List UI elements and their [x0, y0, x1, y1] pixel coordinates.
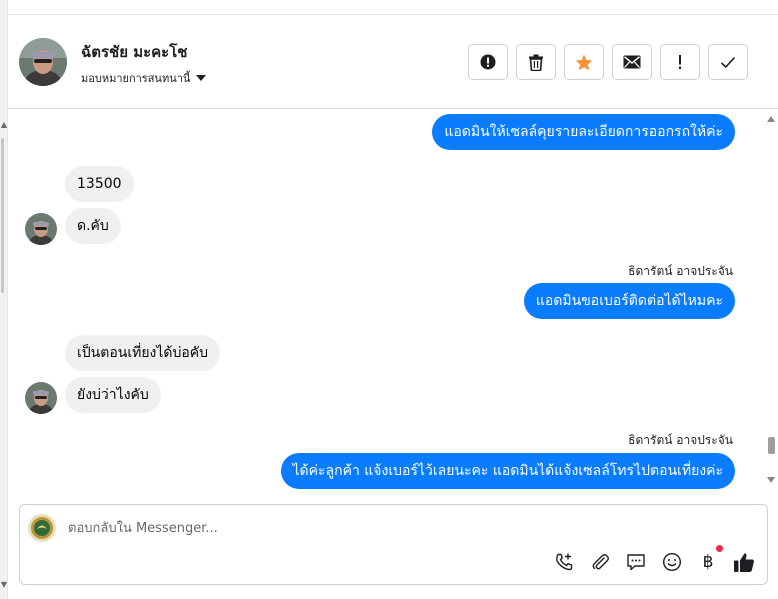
rail-scroll-thumb[interactable]: [1, 138, 4, 293]
message-incoming[interactable]: ด.คับ: [65, 208, 121, 244]
sender-avatar[interactable]: [25, 382, 57, 414]
message-incoming[interactable]: 13500: [65, 166, 134, 202]
conversation-toolbar: [468, 44, 748, 80]
notification-dot: [716, 545, 723, 552]
sender-name: ธิดารัตน์ อาจประจัน: [628, 264, 733, 278]
delete-button[interactable]: [516, 44, 556, 80]
scroll-thumb[interactable]: [768, 437, 775, 454]
rail-up-arrow-icon[interactable]: ▲: [0, 120, 8, 129]
chat-bubble-icon: [627, 554, 645, 571]
paperclip-icon: [592, 554, 609, 570]
trash-icon: [529, 54, 543, 71]
add-call-button[interactable]: [553, 551, 575, 573]
page-avatar: [28, 514, 56, 542]
caret-down-icon: [196, 75, 207, 81]
conversation-header: ฉัตรชัย มะคะโช มอบหมายการสนทนานี้: [8, 15, 778, 109]
left-scroll-rail[interactable]: ▲ ▼: [0, 0, 8, 599]
like-button[interactable]: [733, 551, 755, 573]
message-outgoing[interactable]: แอดมินให้เซลล์คุยรายละเอียดการออกรถให้ค่…: [432, 114, 735, 150]
spam-button[interactable]: [468, 44, 508, 80]
alert-circle-icon: [480, 54, 496, 70]
mark-unread-button[interactable]: [612, 44, 652, 80]
done-button[interactable]: [708, 44, 748, 80]
message-incoming[interactable]: ยังบ่ว่าไงคับ: [65, 377, 161, 413]
sender-avatar[interactable]: [25, 213, 57, 245]
baht-icon: ฿: [702, 552, 714, 572]
star-icon: [575, 54, 593, 70]
payment-button[interactable]: ฿: [697, 545, 723, 573]
reply-composer: ฿: [19, 504, 768, 585]
composer-toolbar: ฿: [553, 545, 755, 573]
message-thread: แอดมินให้เซลล์คุยรายละเอียดการออกรถให้ค่…: [8, 110, 763, 495]
thumbs-up-icon: [734, 552, 754, 572]
scroll-down-arrow-icon[interactable]: [767, 477, 775, 483]
exclamation-icon: [679, 55, 681, 69]
smiley-icon: [662, 552, 682, 572]
star-button[interactable]: [564, 44, 604, 80]
messenger-inbox: ▲ ▼ ฉัตรชัย มะคะโช มอบหมายการสนทนานี้ แอ…: [0, 0, 778, 599]
attach-button[interactable]: [589, 551, 611, 573]
scroll-up-arrow-icon[interactable]: [767, 116, 775, 122]
contact-name: ฉัตรชัย มะคะโช: [81, 43, 188, 61]
follow-up-button[interactable]: [660, 44, 700, 80]
thread-scrollbar[interactable]: [764, 110, 778, 495]
reply-input[interactable]: [68, 517, 668, 539]
check-icon: [720, 56, 736, 68]
message-outgoing[interactable]: ได้ค่ะลูกค้า แจ้งเบอร์ไว้เลยนะคะ แอดมินไ…: [280, 453, 735, 489]
envelope-icon: [623, 55, 641, 69]
assign-label: มอบหมายการสนทนานี้: [81, 72, 191, 85]
saved-replies-button[interactable]: [625, 551, 647, 573]
rail-down-arrow-icon[interactable]: ▼: [0, 580, 8, 589]
message-outgoing[interactable]: แอดมินขอเบอร์ติดต่อได้ไหมคะ: [523, 283, 735, 319]
message-incoming[interactable]: เป็นตอนเที่ยงได้บ่อคับ: [65, 335, 221, 371]
assign-conversation-dropdown[interactable]: มอบหมายการสนทนานี้: [81, 69, 207, 87]
phone-plus-icon: [556, 553, 573, 571]
sender-name: ธิดารัตน์ อาจประจัน: [628, 433, 733, 447]
contact-avatar[interactable]: [19, 38, 67, 86]
emoji-button[interactable]: [661, 551, 683, 573]
